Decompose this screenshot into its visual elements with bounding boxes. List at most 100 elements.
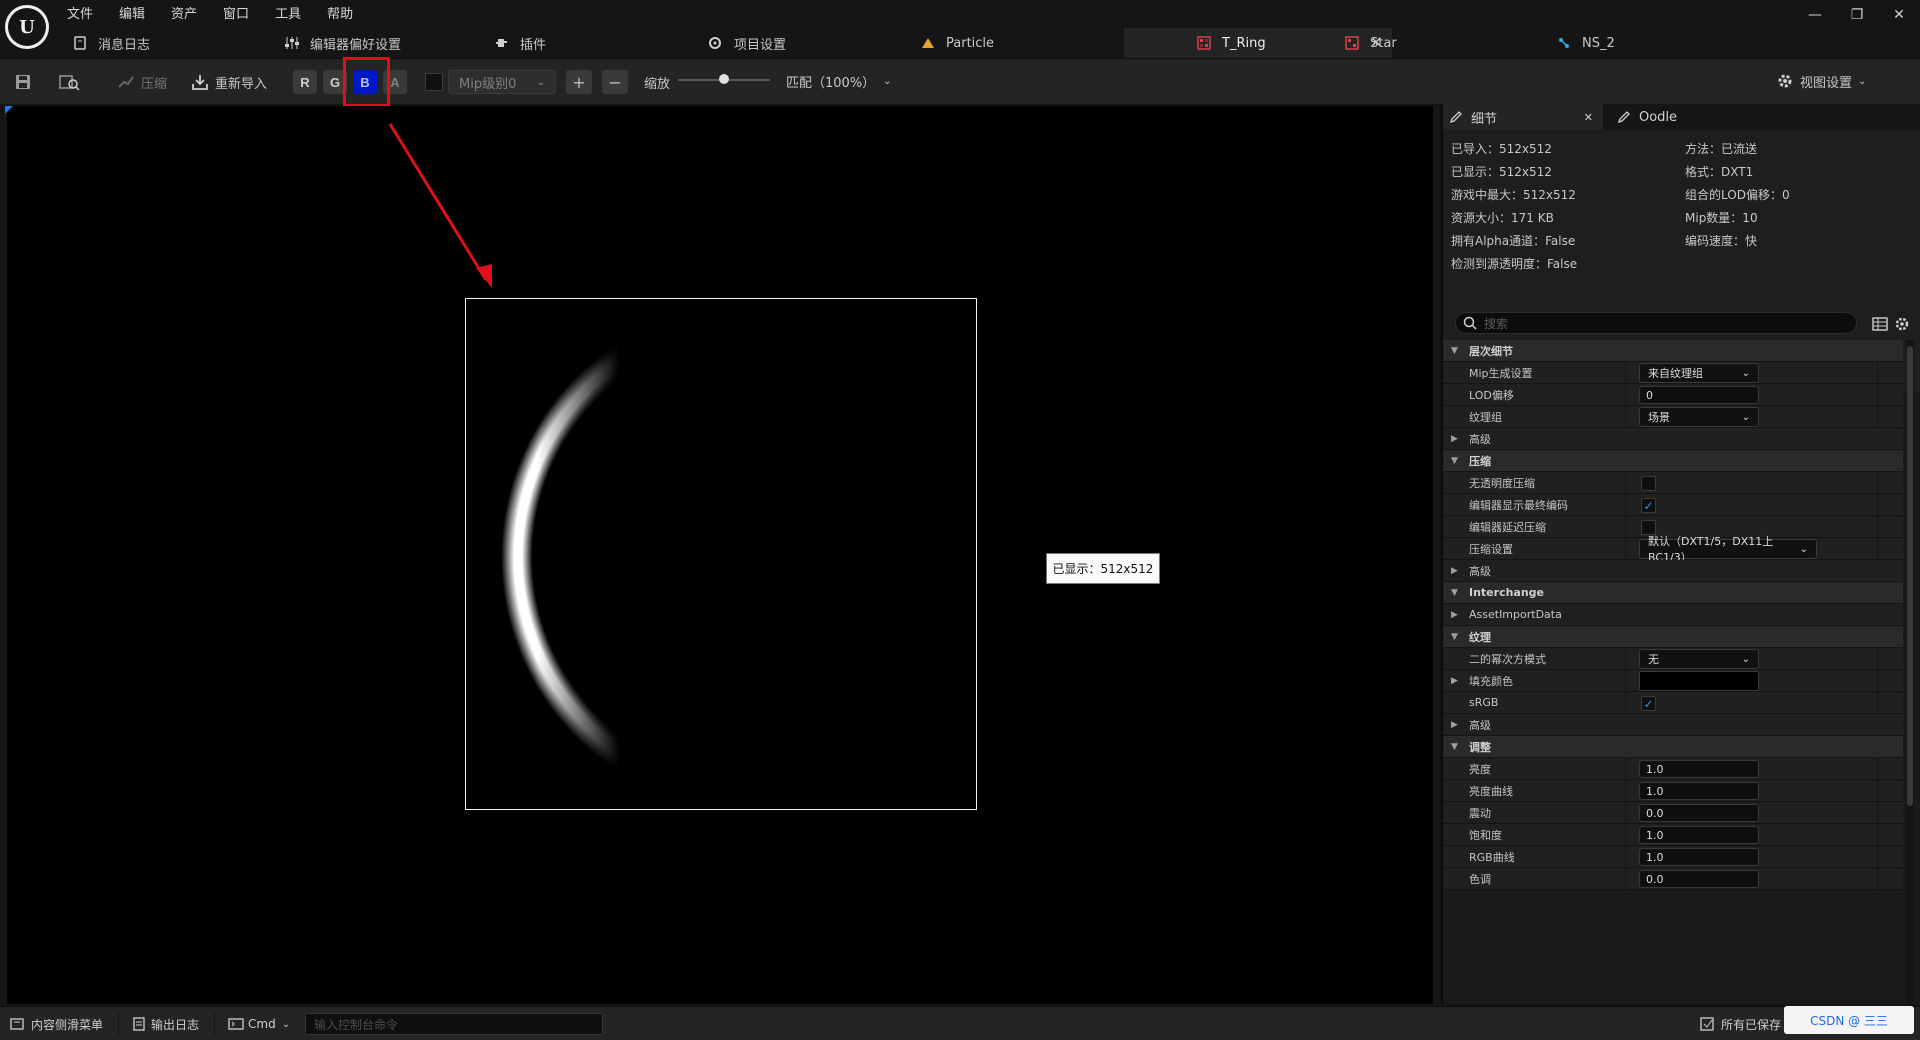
property-row[interactable]: 编辑器显示最终编码 ✓ xyxy=(1443,494,1903,520)
property-group[interactable]: ▶ 高级 xyxy=(1443,714,1903,736)
property-row[interactable]: 亮度曲线 1.0 xyxy=(1443,780,1903,806)
section-header[interactable]: ▼ 纹理 xyxy=(1443,626,1903,648)
gear-icon[interactable] xyxy=(1894,316,1910,332)
tab-project-settings[interactable]: 项目设置 xyxy=(708,28,858,58)
tab-particle[interactable]: Particle xyxy=(920,28,1070,58)
mip-increase-button[interactable]: + xyxy=(566,70,592,94)
property-row[interactable]: 饱和度 1.0 xyxy=(1443,824,1903,850)
mip-level-dropdown[interactable]: Mip级别0 ⌄ xyxy=(448,70,556,94)
property-group[interactable]: ▶ AssetImportData xyxy=(1443,604,1903,626)
property-row[interactable]: sRGB ✓ xyxy=(1443,692,1903,718)
property-row[interactable]: 亮度 1.0 xyxy=(1443,758,1903,784)
property-row[interactable]: 色调 0.0 xyxy=(1443,868,1903,894)
property-row[interactable]: 压缩设置 默认（DXT1/5，DX11上BC1/3） ⌄ xyxy=(1443,535,1903,564)
tab-message-log[interactable]: 消息日志 xyxy=(72,28,232,58)
property-value-input[interactable]: 1.0 xyxy=(1639,760,1759,778)
property-row[interactable]: ▶ 填充颜色 xyxy=(1443,670,1903,696)
menu-edit[interactable]: 编辑 xyxy=(119,3,145,22)
console-command-input[interactable]: 输入控制台命令 xyxy=(305,1013,603,1035)
tab-editor-preferences[interactable]: 编辑器偏好设置 xyxy=(284,28,454,58)
section-header[interactable]: ▼ 压缩 xyxy=(1443,450,1903,472)
collapse-arrow-icon[interactable]: ▶ xyxy=(1451,676,1463,686)
menu-help[interactable]: 帮助 xyxy=(327,3,353,22)
menu-window[interactable]: 窗口 xyxy=(223,3,249,22)
expand-arrow-icon[interactable]: ▼ xyxy=(1451,456,1463,466)
close-tab-icon[interactable]: ✕ xyxy=(1584,111,1593,124)
section-label: 调整 xyxy=(1469,740,1491,754)
property-value-dropdown[interactable]: 来自纹理组 ⌄ xyxy=(1639,363,1759,383)
compress-button[interactable]: 压缩 xyxy=(116,59,167,105)
property-value-input[interactable]: 0 xyxy=(1639,386,1759,404)
section-header[interactable]: ▼ 层次细节 xyxy=(1443,340,1903,362)
collapse-arrow-icon[interactable]: ▶ xyxy=(1451,566,1463,576)
property-value-input[interactable]: 1.0 xyxy=(1639,782,1759,800)
mip-decrease-button[interactable]: − xyxy=(602,70,628,94)
tab-oodle[interactable]: Oodle xyxy=(1611,104,1731,130)
property-value-dropdown[interactable]: 无 ⌄ xyxy=(1639,649,1759,669)
table-view-icon[interactable] xyxy=(1872,316,1888,332)
property-label: 色调 xyxy=(1469,872,1491,886)
property-row[interactable]: 震动 0.0 xyxy=(1443,802,1903,828)
restore-button[interactable]: ❐ xyxy=(1836,0,1878,30)
tab-ns-2[interactable]: NS_2 xyxy=(1556,28,1696,58)
reimport-button[interactable]: 重新导入 xyxy=(190,59,267,105)
property-group[interactable]: ▶ 高级 xyxy=(1443,560,1903,582)
view-settings-button[interactable]: 视图设置 ⌄ xyxy=(1776,58,1866,104)
browse-asset-button[interactable] xyxy=(58,59,80,105)
minimize-button[interactable]: — xyxy=(1794,0,1836,30)
tab-plugins[interactable]: 插件 xyxy=(494,28,634,58)
viewport-corner-marker xyxy=(5,106,13,114)
checkerboard-toggle[interactable] xyxy=(425,73,443,91)
expand-arrow-icon[interactable]: ▼ xyxy=(1451,742,1463,752)
section-header[interactable]: ▼ Interchange xyxy=(1443,582,1903,604)
property-value-input[interactable]: 0.0 xyxy=(1639,870,1759,888)
zoom-slider-handle[interactable] xyxy=(719,74,729,84)
expand-arrow-icon[interactable]: ▼ xyxy=(1451,632,1463,642)
property-value-input[interactable]: 1.0 xyxy=(1639,848,1759,866)
chevron-down-icon: ⌄ xyxy=(1741,367,1750,379)
collapse-arrow-icon[interactable]: ▶ xyxy=(1451,434,1463,444)
property-checkbox[interactable]: ✓ xyxy=(1641,498,1656,513)
tab-details[interactable]: 细节 ✕ xyxy=(1443,104,1603,130)
cmd-dropdown[interactable]: Cmd ⌄ xyxy=(228,1007,290,1040)
info-mip-count: Mip数量：10 xyxy=(1685,211,1758,225)
source-control-status[interactable]: 所有已保存 xyxy=(1700,1007,1781,1040)
scrollbar-thumb[interactable] xyxy=(1907,346,1913,806)
compress-icon xyxy=(118,76,134,88)
property-row[interactable]: Mip生成设置 来自纹理组 ⌄ xyxy=(1443,362,1903,388)
property-row[interactable]: LOD偏移 0 xyxy=(1443,384,1903,410)
property-value-dropdown[interactable]: 默认（DXT1/5，DX11上BC1/3） ⌄ xyxy=(1639,535,1817,564)
property-value-input[interactable]: 1.0 xyxy=(1639,826,1759,844)
property-checkbox[interactable]: ✓ xyxy=(1641,696,1656,711)
property-label: LOD偏移 xyxy=(1469,388,1514,402)
expand-arrow-icon[interactable]: ▼ xyxy=(1451,346,1463,356)
save-button[interactable] xyxy=(14,59,32,105)
fit-zoom-dropdown[interactable]: 匹配（100%） ⌄ xyxy=(786,58,892,104)
unreal-logo-icon[interactable]: U xyxy=(5,5,49,49)
color-swatch[interactable] xyxy=(1639,671,1759,691)
details-scrollbar[interactable] xyxy=(1906,340,1914,1004)
close-window-button[interactable]: ✕ xyxy=(1878,0,1920,30)
tab-label: 消息日志 xyxy=(98,37,151,53)
menu-file[interactable]: 文件 xyxy=(67,3,93,22)
property-checkbox[interactable] xyxy=(1641,476,1656,491)
collapse-arrow-icon[interactable]: ▶ xyxy=(1451,610,1463,620)
property-row[interactable]: RGB曲线 1.0 xyxy=(1443,846,1903,872)
property-value-dropdown[interactable]: 场景 ⌄ xyxy=(1639,407,1759,427)
property-value-input[interactable]: 0.0 xyxy=(1639,804,1759,822)
property-row[interactable]: 无透明度压缩 xyxy=(1443,472,1903,498)
expand-arrow-icon[interactable]: ▼ xyxy=(1451,588,1463,598)
output-log-button[interactable]: 输出日志 xyxy=(132,1007,199,1040)
tab-star[interactable]: Star xyxy=(1344,28,1484,58)
property-group[interactable]: ▶ 高级 xyxy=(1443,428,1903,450)
menu-tools[interactable]: 工具 xyxy=(275,3,301,22)
section-header[interactable]: ▼ 调整 xyxy=(1443,736,1903,758)
details-search-input[interactable]: 搜索 xyxy=(1455,312,1857,334)
menu-asset[interactable]: 资产 xyxy=(171,3,197,22)
content-drawer-button[interactable]: 内容侧滑菜单 xyxy=(10,1007,103,1040)
property-row[interactable]: 纹理组 场景 ⌄ xyxy=(1443,406,1903,432)
channel-r-toggle[interactable]: R xyxy=(293,70,317,94)
property-row[interactable]: 二的幂次方模式无 ⌄ xyxy=(1443,648,1903,674)
chevron-down-icon: ⌄ xyxy=(883,75,892,87)
collapse-arrow-icon[interactable]: ▶ xyxy=(1451,720,1463,730)
